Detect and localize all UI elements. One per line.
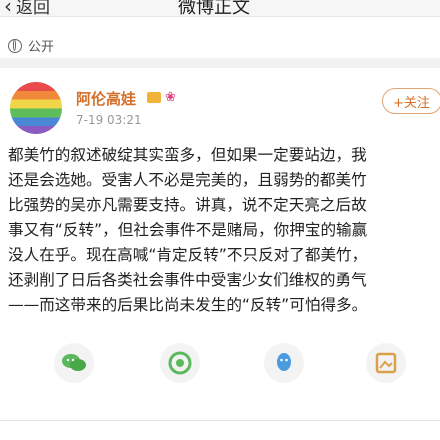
back-button[interactable]: ‹ 返回	[4, 0, 50, 18]
post-timestamp: 7-19 03:21	[76, 113, 142, 127]
back-label: 返回	[16, 0, 50, 18]
share-qq-button[interactable]	[264, 343, 304, 383]
username[interactable]: 阿伦高娃	[76, 88, 136, 109]
footer-divider	[0, 420, 440, 421]
share-wechat-button[interactable]	[54, 343, 94, 383]
moments-icon	[168, 351, 192, 375]
section-divider	[0, 58, 440, 68]
post-line: 没人在乎。现在高喊“肯定反转”不只反对了都美竹，	[8, 246, 368, 264]
post-body: 都美竹的叙述破绽其实蛮多，但如果一定要站边，我 还是会选她。受害人不必是完美的，…	[8, 143, 438, 318]
member-badge-icon: ❀	[165, 90, 176, 105]
page-title: 微博正文	[178, 0, 250, 18]
share-moments-button[interactable]	[160, 343, 200, 383]
avatar[interactable]	[10, 82, 62, 134]
post-line: 都美竹的叙述破绽其实蛮多，但如果一定要站边，我	[8, 146, 367, 164]
privacy-label: 公开	[28, 40, 55, 55]
wechat-icon	[62, 354, 86, 371]
save-image-icon	[375, 352, 397, 374]
post-line: 事又有“反转”，但社会事件不是赌局，你押宝的输赢	[8, 221, 368, 239]
follow-button[interactable]: +关注	[382, 88, 440, 114]
top-nav-bar: ‹ 返回 微博正文	[0, 0, 440, 18]
save-image-button[interactable]	[366, 343, 406, 383]
chevron-left-icon: ‹	[4, 0, 12, 18]
privacy-indicator: 公开	[8, 36, 54, 55]
post-line: 还是会选她。受害人不必是完美的，且弱势的都美竹	[8, 171, 367, 189]
post-line: 还剥削了日后各类社会事件中受害少女们维权的勇气	[8, 271, 367, 289]
globe-icon	[8, 38, 22, 53]
post-line: ——而这带来的后果比尚未发生的“反转”可怕得多。	[8, 296, 368, 314]
qq-icon	[277, 353, 291, 371]
post-line: 比强势的吴亦凡需要支持。讲真，说不定天亮之后故	[8, 196, 367, 214]
vip-badge-icon	[147, 92, 161, 103]
